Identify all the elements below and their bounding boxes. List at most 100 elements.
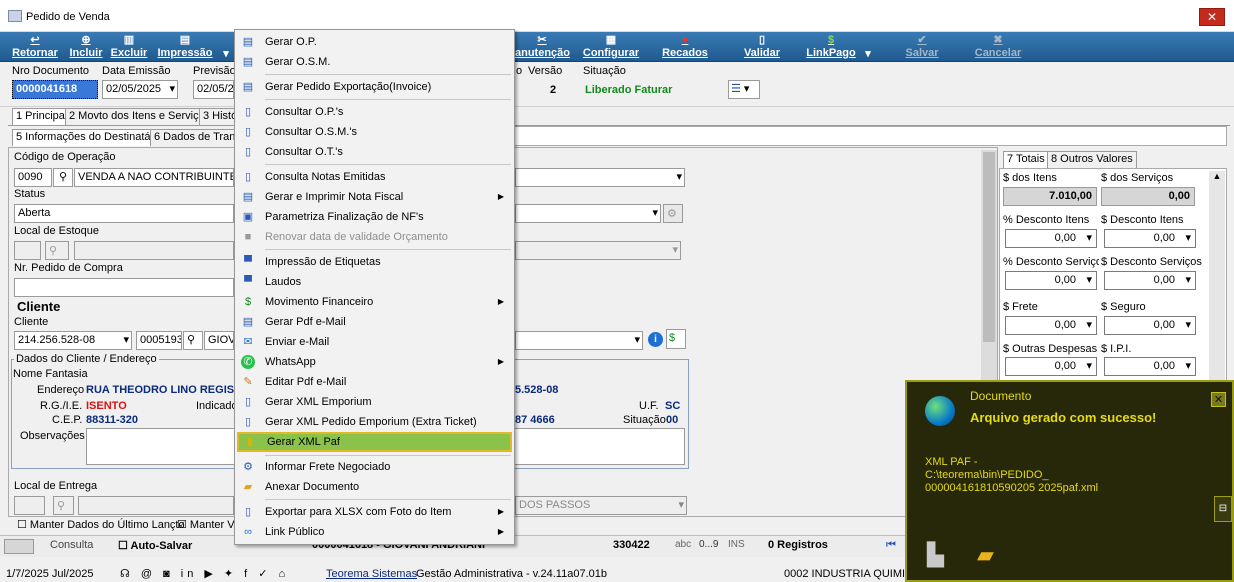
desconto-itens-val-field[interactable]: 0,00 (1104, 229, 1196, 248)
tab-movto-itens[interactable]: 2 Movto dos Itens e Serviços (65, 108, 215, 125)
ipi-field[interactable]: 0,00 (1104, 357, 1196, 376)
tab-outros-valores[interactable]: 8 Outros Valores (1047, 151, 1137, 168)
status-gear-button[interactable]: ⚙ (663, 204, 683, 223)
excluir-button[interactable]: ▥ Excluir (109, 34, 149, 60)
menu-item-gerar-xml-emporium[interactable]: ▯ Gerar XML Emporium (237, 392, 512, 412)
menu-item-impressao-etiquetas[interactable]: ▀ Impressão de Etiquetas (237, 252, 512, 272)
endereco-value: RUA THEODRO LINO REGIS (86, 384, 235, 396)
menu-item-gerar-xml-paf[interactable]: ▮ Gerar XML Paf (237, 432, 512, 452)
menu-item-gerar-pdf-email[interactable]: ▤ Gerar Pdf e-Mail (237, 312, 512, 332)
status-dropdown[interactable] (515, 204, 661, 223)
list-view-button[interactable]: ☰ ▾ (728, 80, 760, 99)
recados-button[interactable]: ● Recados (661, 34, 709, 60)
tab-historico[interactable]: 3 Histó (199, 108, 235, 125)
cep-label: C.E.P. (52, 414, 83, 426)
close-window-button[interactable]: ✕ (1199, 8, 1225, 26)
menu-item-gerar-op[interactable]: ▤ Gerar O.P. (237, 32, 512, 52)
menu-item-consultar-osms[interactable]: ▯ Consultar O.S.M.'s (237, 122, 512, 142)
desconto-servicos-val-field[interactable]: 0,00 (1104, 271, 1196, 290)
impressao-dropdown[interactable]: ▾ (219, 34, 233, 60)
consulta-button[interactable]: Consulta (50, 539, 93, 551)
local-estoque-desc[interactable] (74, 241, 234, 260)
cliente-codigo[interactable]: 0005193 (136, 331, 182, 350)
local-entrega-code[interactable] (14, 496, 45, 515)
data-emissao-field[interactable]: 02/05/2025 (102, 80, 178, 99)
totals-scrollbar[interactable]: ▲ (1209, 171, 1225, 381)
status-field[interactable]: Aberta (14, 204, 234, 223)
codigo-operacao-dropdown[interactable] (515, 168, 685, 187)
keyboard-icon[interactable] (4, 539, 34, 554)
cliente-money-button[interactable]: $ (666, 329, 686, 349)
nr-pedido-compra-field[interactable] (14, 278, 234, 297)
local-entrega-search[interactable]: ⚲ (53, 496, 74, 515)
impressao-button[interactable]: ▤ Impressão (155, 34, 215, 60)
configurar-button[interactable]: ▦ Configurar (582, 34, 640, 60)
local-estoque-code[interactable] (14, 241, 41, 260)
menu-item-consultar-ots[interactable]: ▯ Consultar O.T.'s (237, 142, 512, 162)
cliente-search-button[interactable]: ⚲ (183, 331, 203, 350)
menu-item-movimento-financeiro[interactable]: $ Movimento Financeiro ▶ (237, 292, 512, 312)
menu-item-link-publico[interactable]: ∞ Link Público ▶ (237, 522, 512, 542)
menu-item-gerar-xml-pedido-emporium[interactable]: ▯ Gerar XML Pedido Emporium (Extra Ticket… (237, 412, 512, 432)
printer-icon[interactable]: ▙ (927, 542, 944, 568)
cliente-dropdown[interactable] (515, 331, 643, 350)
codigo-operacao-desc[interactable]: VENDA A NAO CONTRIBUINTE ( (74, 168, 234, 187)
side-panel-icon[interactable]: ⊟ (1214, 496, 1232, 522)
menu-item-gerar-osm[interactable]: ▤ Gerar O.S.M. (237, 52, 512, 72)
menu-item-gerar-pedido-exportacao[interactable]: ▤ Gerar Pedido Exportação(Invoice) (237, 77, 512, 97)
menu-item-anexar-documento[interactable]: ▰ Anexar Documento (237, 477, 512, 497)
linkpago-button[interactable]: $ LinkPago (805, 34, 857, 60)
menu-item-informar-frete[interactable]: ⚙ Informar Frete Negociado (237, 457, 512, 477)
linkpago-dropdown[interactable]: ▾ (861, 34, 875, 60)
manter-vendedor-checkbox[interactable]: ☑ Manter Ve (177, 518, 235, 531)
validar-button[interactable]: ▯ Validar (741, 34, 783, 60)
tab-totais[interactable]: 7 Totais (1003, 151, 1049, 168)
config-icon: ▦ (605, 34, 617, 46)
tab-informacoes-destinatario[interactable]: 5 Informações do Destinatário (12, 129, 167, 146)
local-entrega-desc[interactable] (78, 496, 234, 515)
frete-field[interactable]: 0,00 (1005, 316, 1097, 335)
folder-icon[interactable]: ▰ (977, 542, 994, 568)
header-o-label: o (516, 65, 523, 77)
menu-item-parametriza-finalizacao[interactable]: ▣ Parametriza Finalização de NF's (237, 207, 512, 227)
situacao-value: Liberado Faturar (585, 84, 673, 96)
toast-title: Documento (970, 389, 1032, 403)
local-estoque-search[interactable]: ⚲ (45, 241, 69, 260)
tab-dados-transporte[interactable]: 6 Dados de Transp (150, 129, 235, 146)
cliente-nome[interactable]: GIOVA (204, 331, 234, 350)
desconto-servicos-pct-field[interactable]: 0,00 (1005, 271, 1097, 290)
manter-dados-checkbox[interactable]: ☐ Manter Dados do Último Lançto (17, 518, 185, 531)
nro-documento-field[interactable]: 0000041618 (12, 80, 98, 99)
salvar-button[interactable]: ✔ Salvar (902, 34, 942, 60)
codigo-operacao-code[interactable]: 0090 (14, 168, 52, 187)
left-scrollbar-thumb[interactable] (983, 152, 995, 342)
company-link[interactable]: Teorema Sistemas (326, 568, 417, 580)
previsao-field[interactable]: 02/05/20 (193, 80, 234, 99)
desconto-itens-pct-field[interactable]: 0,00 (1005, 229, 1097, 248)
menu-item-editar-pdf-email[interactable]: ✎ Editar Pdf e-Mail (237, 372, 512, 392)
seguro-field[interactable]: 0,00 (1104, 316, 1196, 335)
menu-item-consultar-ops[interactable]: ▯ Consultar O.P.'s (237, 102, 512, 122)
tab-principal[interactable]: 1 Principal (12, 108, 72, 125)
manutencao-button[interactable]: ✂ anutenção (515, 34, 570, 60)
local-estoque-dropdown[interactable] (515, 241, 681, 260)
info-icon[interactable]: i (648, 332, 663, 347)
menu-item-laudos[interactable]: ▀ Laudos (237, 272, 512, 292)
outras-despesas-field[interactable]: 0,00 (1005, 357, 1097, 376)
menu-item-exportar-xlsx[interactable]: ▯ Exportar para XLSX com Foto do Item ▶ (237, 502, 512, 522)
menu-item-enviar-email[interactable]: ✉ Enviar e-Mail (237, 332, 512, 352)
local-entrega-dropdown[interactable]: DOS PASSOS (515, 496, 687, 515)
codop-search-button[interactable]: ⚲ (53, 168, 73, 187)
menu-item-whatsapp[interactable]: ✆ WhatsApp ▶ (237, 352, 512, 372)
retornar-button[interactable]: ↩ Retornar (8, 34, 62, 60)
auto-salvar-checkbox[interactable]: ☐ Auto-Salvar (118, 539, 192, 552)
menu-item-renovar-validade[interactable]: ■ Renovar data de validade Orçamento (237, 227, 512, 247)
incluir-button[interactable]: ⊕ Incluir (66, 34, 106, 60)
cancelar-button[interactable]: ✖ Cancelar (972, 34, 1024, 60)
toast-close-button[interactable]: ✕ (1211, 392, 1226, 407)
social-icons[interactable]: ☊ @ ◙ in ▶ ✦ f ✓ ⌂ (120, 567, 289, 580)
cliente-documento[interactable]: 214.256.528-08 (14, 331, 132, 350)
menu-item-gerar-imprimir-nf[interactable]: ▤ Gerar e Imprimir Nota Fiscal ▶ (237, 187, 512, 207)
menu-item-consulta-notas[interactable]: ▯ Consulta Notas Emitidas (237, 167, 512, 187)
first-record-icon[interactable]: ⏮ (886, 539, 896, 552)
